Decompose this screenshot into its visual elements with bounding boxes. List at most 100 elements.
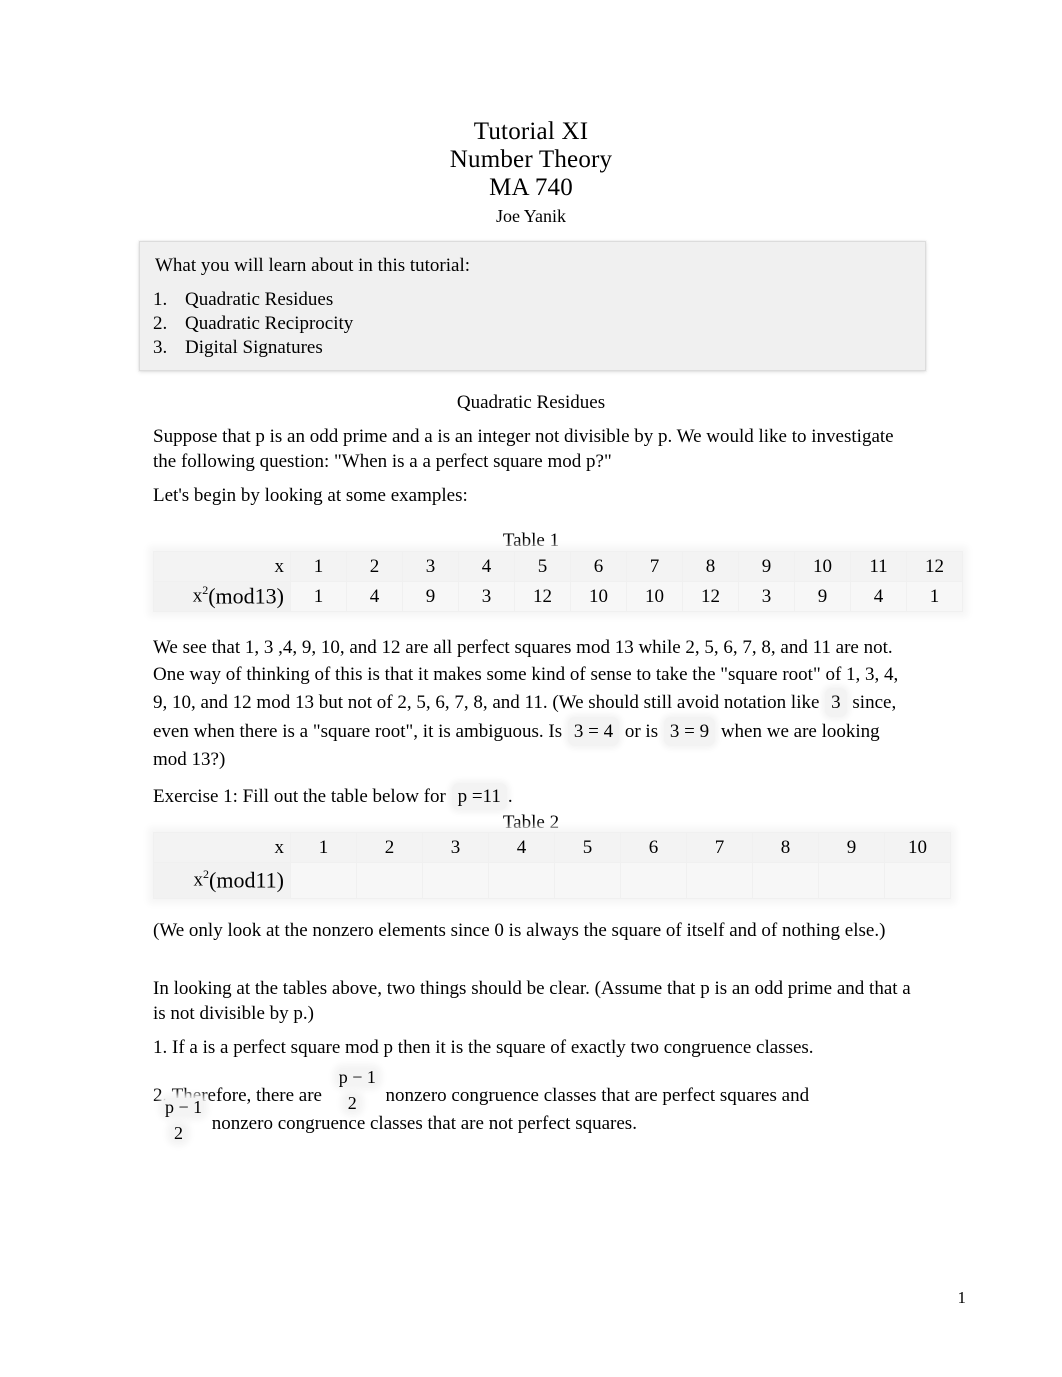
- document-title-block: Tutorial XI Number Theory MA 740 Joe Yan…: [0, 118, 1062, 229]
- paragraph-we-see: We see that 1, 3 ,4, 9, 10, and 12 are a…: [153, 634, 913, 773]
- table1-sq-cell: 1: [290, 581, 347, 612]
- table1-label-base: x: [192, 585, 203, 607]
- title-line-1: Tutorial XI: [473, 118, 589, 145]
- equation-fraction-p-minus-1-over-2-second: p − 1 2: [155, 1098, 205, 1142]
- fact2-text-end: nonzero congruence classes that are not …: [211, 1113, 637, 1134]
- we-see-text-3: or is: [624, 721, 659, 742]
- table1: x 1 2 3 4 5 6 7 8 9 10 11 12 x2(mod13) 1…: [153, 551, 963, 612]
- table1-x-cell: 6: [570, 551, 627, 582]
- table2-x-cell: 9: [818, 832, 885, 863]
- table2-answer-cell[interactable]: [488, 862, 555, 899]
- table2-caption: Table 2: [502, 812, 560, 833]
- table1-label-modulus: (mod13): [208, 583, 284, 609]
- table1-sq-cell: 9: [402, 581, 459, 612]
- table2: x 1 2 3 4 5 6 7 8 9 10 x2(mod11): [153, 832, 951, 899]
- fraction-denominator: 2: [344, 1094, 360, 1112]
- equation-p-equals-11: p =11: [451, 783, 507, 810]
- fraction-denominator: 2: [171, 1124, 186, 1142]
- title-line-3: MA 740: [489, 174, 573, 201]
- list-item-label: Digital Signatures: [185, 337, 323, 358]
- table1-sq-cell: 10: [570, 581, 627, 612]
- table2-answer-cell[interactable]: [620, 862, 687, 899]
- equation-fraction-p-minus-1-over-2: p − 1 2: [329, 1068, 379, 1112]
- table-row: x2(mod13) 1 4 9 3 12 10 10 12 3 9 4 1: [153, 581, 963, 612]
- paragraph-lets-begin: Let's begin by looking at some examples:: [153, 485, 468, 506]
- we-see-text-1: We see that 1, 3 ,4, 9, 10, and 12 are a…: [153, 637, 899, 713]
- paragraph-exercise-1: Exercise 1: Fill out the table below for…: [153, 783, 908, 810]
- table2-x-cell: 3: [422, 832, 489, 863]
- list-item-number: 1.: [153, 289, 168, 310]
- paragraph-fact-2: 2. Therefore, there are p − 1 2 nonzero …: [153, 1068, 913, 1142]
- table1-x-cell: 9: [738, 551, 795, 582]
- table2-label-base: x: [193, 869, 204, 891]
- table2-answer-cell[interactable]: [554, 862, 621, 899]
- table2-answer-cell[interactable]: [818, 862, 885, 899]
- table1-caption: Table 1: [502, 530, 560, 551]
- table2-row-label-x: x: [153, 832, 291, 863]
- table1-sq-cell: 10: [626, 581, 683, 612]
- table2-x-cell: 4: [488, 832, 555, 863]
- table1-sq-cell: 4: [850, 581, 907, 612]
- table1-x-cell: 12: [906, 551, 963, 582]
- table1-sq-cell: 4: [346, 581, 403, 612]
- paragraph-suppose: Suppose that p is an odd prime and a is …: [153, 426, 894, 472]
- table1-x-cell: 4: [458, 551, 515, 582]
- page-number: 1: [957, 1288, 967, 1307]
- table2-answer-cell[interactable]: [884, 862, 951, 899]
- table2-answer-cell[interactable]: [686, 862, 753, 899]
- table2-answer-cell[interactable]: [422, 862, 489, 899]
- title-line-2: Number Theory: [449, 146, 613, 173]
- learning-objectives-list: 1. Quadratic Residues 2. Quadratic Recipro…: [153, 288, 353, 360]
- list-item-number: 2.: [153, 313, 168, 334]
- table2-x-cell: 8: [752, 832, 819, 863]
- equation-sqrt-3a: 3: [825, 688, 847, 717]
- table1-sq-cell: 9: [794, 581, 851, 612]
- table1-row-label-square: x2(mod13): [153, 581, 291, 612]
- table1-sq-cell: 1: [906, 581, 963, 612]
- table-row: x 1 2 3 4 5 6 7 8 9 10: [153, 832, 951, 863]
- table1-x-cell: 2: [346, 551, 403, 582]
- list-item: 3. Digital Signatures: [153, 336, 353, 360]
- table1-x-cell: 8: [682, 551, 739, 582]
- table1-x-cell: 3: [402, 551, 459, 582]
- equation-sqrt-3-equals-4: 3 = 4: [567, 717, 620, 746]
- table2-answer-cell[interactable]: [290, 862, 357, 899]
- table2-x-cell: 10: [884, 832, 951, 863]
- table1-sq-cell: 12: [514, 581, 571, 612]
- table1-sq-cell: 3: [458, 581, 515, 612]
- table1-row-label-x: x: [153, 551, 291, 582]
- table1-wrapper: x 1 2 3 4 5 6 7 8 9 10 11 12 x2(mod13) 1…: [153, 551, 963, 612]
- document-author: Joe Yanik: [495, 206, 566, 226]
- table1-x-cell: 7: [626, 551, 683, 582]
- table1-sq-cell: 3: [738, 581, 795, 612]
- learning-objectives-callout: What you will learn about in this tutori…: [139, 241, 926, 371]
- table2-answer-cell[interactable]: [752, 862, 819, 899]
- table1-x-cell: 10: [794, 551, 851, 582]
- fraction-numerator: p − 1: [163, 1097, 205, 1117]
- table1-x-cell: 5: [514, 551, 571, 582]
- table2-label-modulus: (mod11): [209, 867, 284, 893]
- table2-row-label-square: x2(mod11): [153, 862, 291, 899]
- exercise-label: Exercise 1: Fill out the table below for: [153, 786, 446, 807]
- list-item: 1. Quadratic Residues: [153, 288, 353, 312]
- fact2-text-mid: nonzero congruence classes that are perf…: [385, 1085, 810, 1106]
- learning-objectives-heading: What you will learn about in this tutori…: [155, 255, 471, 276]
- table2-x-cell: 1: [290, 832, 357, 863]
- section-heading-quadratic-residues: Quadratic Residues: [456, 392, 606, 413]
- table1-sq-cell: 12: [682, 581, 739, 612]
- list-item: 2. Quadratic Reciprocity: [153, 312, 353, 336]
- table2-x-cell: 2: [356, 832, 423, 863]
- table-row: x 1 2 3 4 5 6 7 8 9 10 11 12: [153, 551, 963, 582]
- table1-x-cell: 11: [850, 551, 907, 582]
- exercise-period: .: [507, 786, 513, 807]
- table2-answer-cell[interactable]: [356, 862, 423, 899]
- table-row: x2(mod11): [153, 862, 951, 899]
- table2-x-cell: 7: [686, 832, 753, 863]
- paragraph-fact-1: 1. If a is a perfect square mod p then i…: [153, 1037, 814, 1058]
- list-item-number: 3.: [153, 337, 168, 358]
- paragraph-only-nonzero: (We only look at the nonzero elements si…: [153, 920, 886, 941]
- list-item-label: Quadratic Reciprocity: [185, 313, 354, 334]
- table2-wrapper: x 1 2 3 4 5 6 7 8 9 10 x2(mod11): [153, 832, 951, 899]
- table2-x-cell: 5: [554, 832, 621, 863]
- table2-x-cell: 6: [620, 832, 687, 863]
